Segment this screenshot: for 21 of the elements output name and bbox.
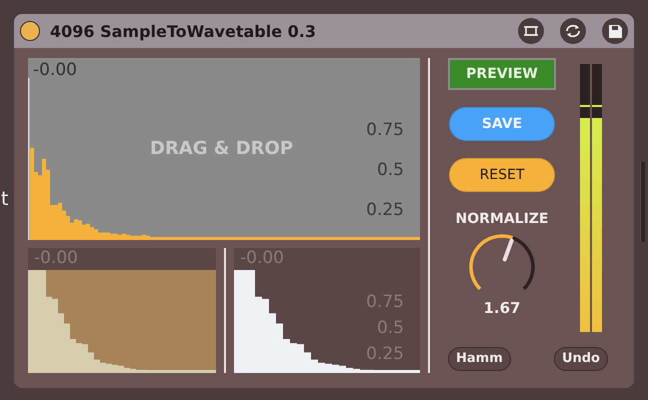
axis-label: 0.5	[376, 160, 404, 180]
frame-icon	[524, 25, 538, 37]
power-toggle[interactable]	[20, 21, 40, 41]
preview-button[interactable]: PREVIEW	[448, 58, 556, 90]
refresh-icon	[565, 24, 581, 38]
cut-off-label: t	[1, 188, 8, 210]
floppy-icon	[608, 24, 622, 38]
axis-label: 0.25	[366, 200, 404, 220]
refresh-button[interactable]	[560, 18, 586, 44]
reset-button[interactable]: RESET	[449, 158, 555, 192]
device-title: 4096 SampleToWavetable 0.3	[50, 22, 317, 40]
knob-value: 1.67	[483, 299, 520, 317]
knob-label: NORMALIZE	[455, 211, 548, 227]
save-icon-button[interactable]	[602, 18, 628, 44]
drop-hint: DRAG & DROP	[150, 138, 294, 159]
peak-label: -0.00	[33, 60, 77, 80]
undo-button[interactable]: Undo	[554, 346, 608, 370]
window-button[interactable]: Hamm	[448, 346, 511, 370]
waveform-display[interactable]: -0.00 DRAG & DROP 0.75 0.5 0.25	[28, 58, 420, 240]
axis-label: 0.75	[366, 120, 404, 140]
frame-button[interactable]	[518, 18, 544, 44]
